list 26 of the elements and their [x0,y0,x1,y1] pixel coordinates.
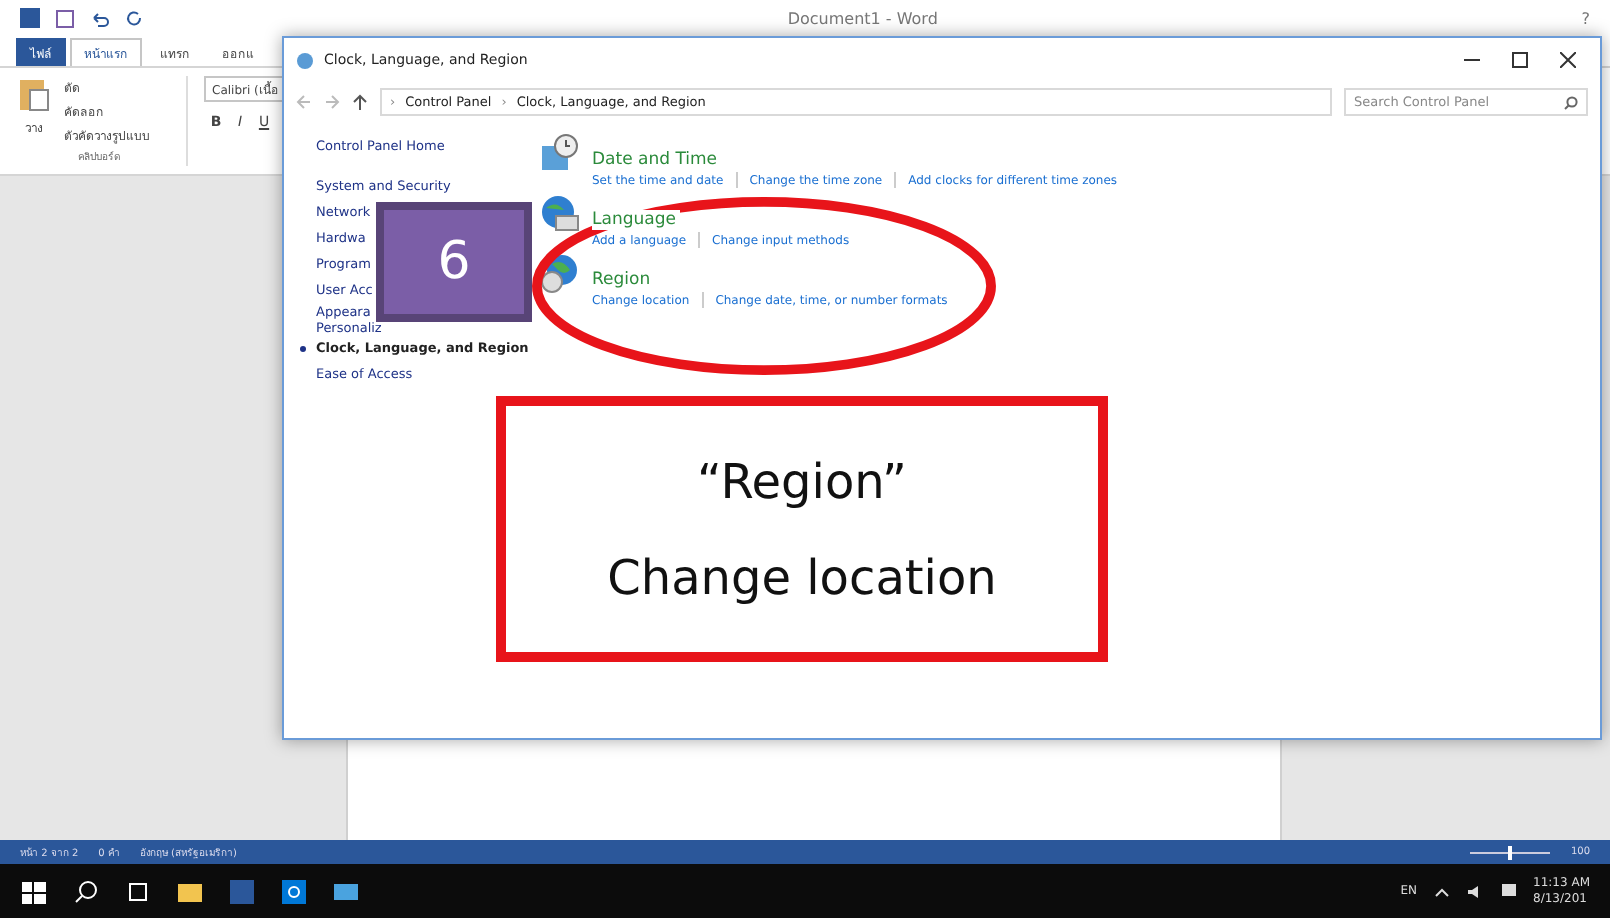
callout-text: “Region” [697,453,907,509]
save-icon[interactable] [56,9,74,27]
undo-icon[interactable] [90,9,110,27]
step-number: 6 [376,202,532,322]
windows-start-icon[interactable] [20,877,48,905]
bullet-icon [300,346,306,352]
clipboard-icon[interactable] [18,76,50,112]
category-title[interactable]: Region [592,270,655,290]
redo-icon[interactable] [126,9,144,27]
category-title[interactable]: Date and Time [592,150,722,170]
search-icon[interactable] [72,877,100,905]
chevron-up-icon[interactable] [1433,885,1450,897]
notification-icon[interactable] [1499,882,1518,900]
search-icon [1564,95,1578,109]
help-button[interactable]: ? [1581,9,1590,27]
globe-keyboard-icon [540,194,580,234]
window-title: Document1 - Word [787,9,938,27]
maximize-icon[interactable] [1512,52,1528,68]
task-view-icon[interactable] [124,877,152,905]
clock-calendar-icon [540,134,580,174]
close-icon[interactable] [1560,52,1576,68]
callout-text: Change location [607,549,997,605]
globe-clock-icon [540,254,580,294]
up-icon[interactable] [352,94,368,110]
category-title[interactable]: Language [592,210,680,230]
settings-icon[interactable] [280,877,308,905]
